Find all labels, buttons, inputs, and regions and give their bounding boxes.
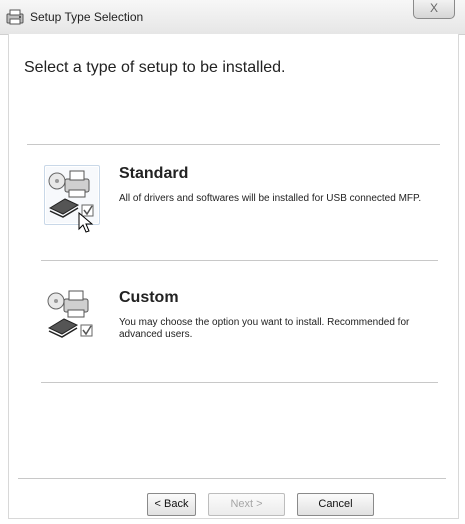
- window-title: Setup Type Selection: [30, 10, 144, 24]
- footer-separator: [18, 478, 446, 479]
- setup-app-icon: [6, 9, 24, 25]
- separator: [41, 260, 438, 261]
- custom-description: You may choose the option you want to in…: [119, 317, 410, 340]
- close-button[interactable]: X: [413, 0, 455, 19]
- custom-title[interactable]: Custom: [119, 289, 179, 307]
- cancel-button[interactable]: Cancel: [297, 493, 374, 516]
- title-bar: Setup Type Selection X: [0, 0, 465, 35]
- separator: [41, 382, 438, 383]
- back-button[interactable]: < Back: [147, 493, 196, 516]
- custom-setup-icon[interactable]: [44, 286, 98, 344]
- dialog-body: [8, 34, 459, 519]
- standard-title[interactable]: Standard: [119, 165, 188, 183]
- page-heading: Select a type of setup to be installed.: [24, 59, 286, 76]
- mouse-pointer-icon: [78, 211, 94, 234]
- separator: [27, 144, 440, 145]
- next-button[interactable]: Next >: [208, 493, 285, 516]
- standard-description: All of drivers and softwares will be ins…: [119, 193, 422, 204]
